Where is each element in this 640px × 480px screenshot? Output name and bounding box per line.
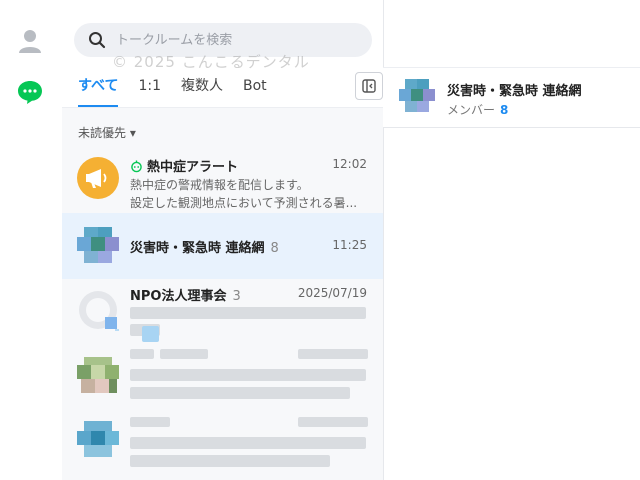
room-row-disaster[interactable]: 災害時・緊急時 連絡網 8 11:25 (62, 213, 383, 279)
divider (62, 107, 383, 108)
tab-bot[interactable]: Bot (243, 70, 267, 105)
bot-icon (131, 160, 142, 173)
room-title: NPO法人理事会 3 (130, 285, 241, 304)
room-name: NPO法人理事会 (130, 289, 227, 304)
chat-members[interactable]: メンバー 8 (447, 101, 508, 118)
blurred-title (160, 349, 208, 359)
profile-button[interactable] (15, 26, 45, 56)
blurred-preview (130, 455, 330, 467)
room-time: 12:02 (332, 157, 367, 171)
blurred-preview (130, 369, 366, 381)
avatar-image (77, 223, 119, 265)
avatar-image (399, 79, 435, 112)
avatar-image (79, 291, 119, 331)
megaphone-icon (86, 169, 107, 188)
person-icon (19, 30, 41, 53)
blurred-time (298, 349, 368, 359)
avatar (77, 157, 119, 199)
room-time: 11:25 (332, 238, 367, 252)
member-count: 3 (232, 289, 241, 304)
blurred-time (298, 417, 368, 427)
room-row-heatstroke[interactable]: 熱中症アラート 12:02 熱中症の警戒情報を配信します。 設定した観測地点にお… (62, 147, 383, 213)
blurred-preview (130, 437, 366, 449)
member-count: 8 (270, 241, 279, 256)
sort-dropdown[interactable]: 未読優先 ▾ (78, 124, 136, 141)
chat-header: 災害時・緊急時 連絡網 メンバー 8 (383, 67, 640, 128)
search-icon (89, 32, 106, 49)
blurred-preview (130, 387, 350, 399)
blurred-preview (130, 307, 366, 319)
room-title: 災害時・緊急時 連絡網 8 (130, 237, 279, 256)
room-row-blurred[interactable] (62, 411, 383, 477)
room-row-npo[interactable]: NPO法人理事会 3 2025/07/19 (62, 279, 383, 345)
blurred-preview (142, 326, 159, 342)
chat-title: 災害時・緊急時 連絡網 (447, 84, 582, 99)
left-rail (0, 0, 63, 480)
members-count: 8 (500, 103, 509, 117)
chat-avatar (399, 77, 435, 113)
avatar-pixelated (77, 289, 119, 331)
panel-toggle-button[interactable] (355, 72, 383, 100)
blurred-title (130, 417, 170, 427)
avatar-pixelated (77, 355, 119, 397)
chats-button[interactable] (15, 77, 45, 107)
avatar-pixelated (77, 421, 119, 463)
room-row-blurred[interactable] (62, 345, 383, 411)
list-header: すべて 1:1 複数人 Bot (62, 0, 383, 108)
avatar-pixelated (77, 223, 119, 265)
search-input[interactable] (114, 31, 338, 49)
search-box[interactable] (74, 23, 372, 57)
room-title: 熱中症アラート (130, 156, 238, 175)
room-name: 熱中症アラート (147, 160, 239, 175)
tab-all[interactable]: すべて (78, 70, 119, 108)
room-list-pane: すべて 1:1 複数人 Bot 未読優先 ▾ (62, 0, 384, 480)
room-time: 2025/07/19 (297, 286, 367, 300)
tab-bar: すべて 1:1 複数人 Bot (62, 70, 383, 108)
tab-one-on-one[interactable]: 1:1 (138, 70, 161, 105)
room-preview-line2: 設定した観測地点において予測される暑... (130, 196, 358, 210)
room-name: 災害時・緊急時 連絡網 (130, 241, 265, 256)
avatar-image (77, 421, 119, 457)
blurred-title (130, 349, 154, 359)
room-rows: 熱中症アラート 12:02 熱中症の警戒情報を配信します。 設定した観測地点にお… (62, 147, 383, 477)
chat-bubble-icon (18, 81, 42, 104)
room-preview-line1: 熱中症の警戒情報を配信します。 (130, 178, 309, 192)
members-label: メンバー (447, 103, 496, 117)
tab-group[interactable]: 複数人 (181, 70, 223, 105)
sidebar-toggle-icon (362, 79, 376, 93)
avatar-image (77, 357, 119, 393)
